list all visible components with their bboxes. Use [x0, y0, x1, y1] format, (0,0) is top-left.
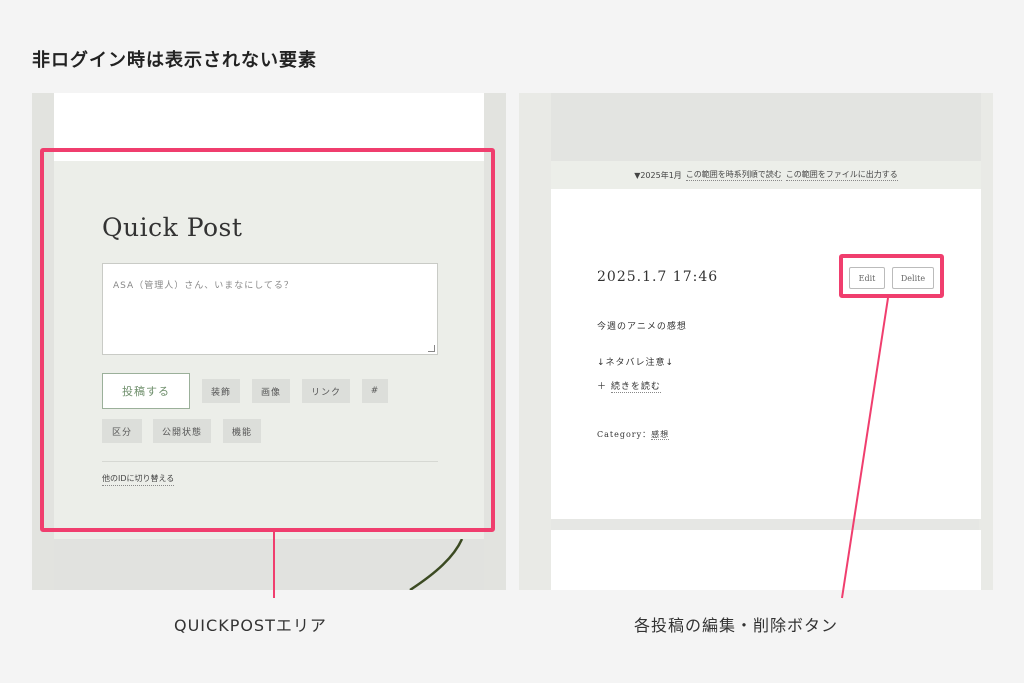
edit-delete-callout-line: [841, 297, 889, 599]
edit-delete-caption: 各投稿の編集・削除ボタン: [634, 616, 839, 635]
